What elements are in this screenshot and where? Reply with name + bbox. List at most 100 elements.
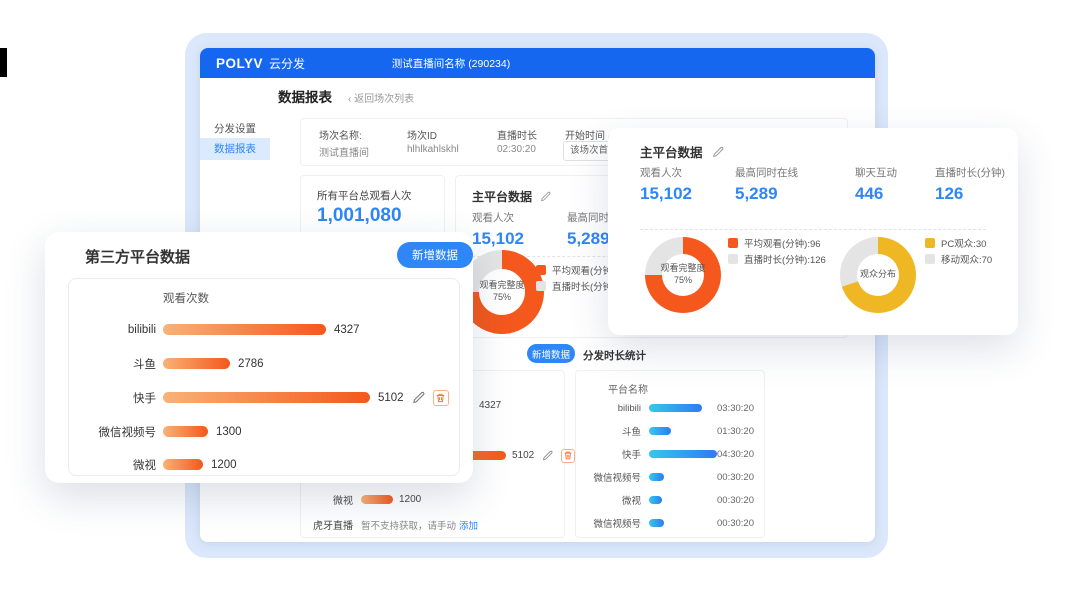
huya-add-link[interactable]: 添加 — [459, 518, 478, 532]
bar-row: 快手 5102 — [69, 390, 449, 405]
delete-icon[interactable] — [561, 449, 575, 463]
add-data-button[interactable]: 新增数据 — [397, 242, 473, 268]
session-name-label: 场次名称: — [319, 127, 362, 142]
edit-icon[interactable] — [540, 191, 551, 202]
session-name-value: 测试直播间 — [319, 144, 369, 159]
legend-swatch — [728, 254, 738, 264]
duration-row: 快手 04:30:20 — [576, 448, 764, 460]
legend-item: PC观众:30 — [925, 237, 986, 249]
total-views-label: 所有平台总观看人次 — [317, 188, 412, 203]
duration-row: bilibili 03:30:20 — [576, 402, 764, 414]
duration-value: 00:30:20 — [717, 518, 754, 529]
huya-label: 虎牙直播 — [301, 517, 353, 532]
stat-value: 126 — [935, 184, 1005, 204]
stat-label: 观看人次 — [472, 210, 524, 225]
distribution-stats-title: 分发时长统计 — [583, 348, 646, 363]
bar-label: bilibili — [69, 324, 156, 336]
back-arrow-icon: ‹ — [348, 94, 351, 105]
stat-views: 观看人次 15,102 — [472, 210, 524, 249]
bar-value: 1200 — [399, 494, 421, 505]
total-views-value: 1,001,080 — [317, 205, 402, 227]
legend-item: 移动观众:70 — [925, 253, 992, 265]
bar-label: 微视 — [69, 457, 156, 473]
bar-value: 4327 — [479, 400, 501, 411]
stat-value: 15,102 — [472, 229, 524, 249]
add-data-button[interactable]: 新增数据 — [527, 344, 575, 363]
app-logo: POLYV 云分发 — [216, 48, 305, 78]
bar — [163, 324, 326, 335]
bar-label: 微信视频号 — [69, 424, 156, 440]
legend-label: PC观众:30 — [941, 236, 986, 250]
third-party-overlay-title: 第三方平台数据 — [85, 246, 190, 267]
bar-value: 2786 — [238, 358, 264, 370]
back-label: 返回场次列表 — [354, 94, 414, 105]
bar-value: 1200 — [211, 459, 237, 471]
distribution-panel: 平台名称 bilibili 03:30:20 斗鱼 01:30:20 快手 04… — [575, 370, 765, 538]
third-party-chart-panel: 观看次数 bilibili 4327 斗鱼 2786 快手 5102 — [68, 278, 460, 476]
main-platform-title-text: 主平台数据 — [640, 146, 703, 160]
back-to-session-list-link[interactable]: ‹ 返回场次列表 — [348, 90, 414, 105]
delete-icon[interactable] — [433, 390, 449, 406]
duration-bar — [649, 427, 671, 435]
donut-label-line1: 观看完整度 — [479, 280, 524, 292]
stat-peak-online: 最高同时在线 5,289 — [735, 165, 798, 204]
bar — [361, 495, 393, 504]
donut-center-label: 观看完整度 75% — [645, 237, 721, 313]
views-count-header: 观看次数 — [163, 290, 209, 306]
bar — [163, 426, 208, 437]
legend-item: 平均观看(分钟):96 — [728, 237, 821, 249]
legend-label: 平均观看(分钟):96 — [744, 236, 821, 250]
bar-label: 斗鱼 — [69, 356, 156, 372]
divider — [640, 229, 986, 230]
bar-value: 5102 — [512, 450, 534, 461]
duration-row: 微信视频号 00:30:20 — [576, 471, 764, 483]
session-id-label: 场次ID — [407, 127, 437, 142]
total-views-card: 所有平台总观看人次 1,001,080 — [300, 175, 445, 239]
bar-row: 斗鱼 2786 — [69, 356, 264, 371]
bar-row: 微视 1200 — [69, 457, 237, 472]
platform-label: 微视 — [576, 493, 641, 507]
app-header: POLYV 云分发 测试直播间名称 (290234) — [200, 48, 875, 78]
stat-value: 15,102 — [640, 184, 692, 204]
screenshot-canvas: POLYV 云分发 测试直播间名称 (290234) 分发设置 数据报表 数据报… — [0, 0, 1080, 599]
duration-bar — [649, 496, 662, 504]
sidebar-item-data-report[interactable]: 数据报表 — [200, 138, 270, 160]
legend-label: 直播时长(分钟):126 — [744, 252, 826, 266]
stat-label: 观看人次 — [640, 165, 692, 180]
completion-donut-chart: 观看完整度 75% — [645, 237, 721, 313]
stat-label: 直播时长(分钟) — [935, 165, 1005, 180]
duration-value: 01:30:20 — [717, 426, 754, 437]
duration-bar — [649, 519, 664, 527]
bar-row: 微信视频号 1300 — [69, 424, 242, 439]
edit-icon[interactable] — [412, 391, 425, 404]
duration-bar — [649, 450, 717, 458]
duration-value: 00:30:20 — [717, 472, 754, 483]
duration-value: 04:30:20 — [717, 449, 754, 460]
bar — [163, 459, 203, 470]
bar — [163, 358, 230, 369]
main-platform-overlay-title: 主平台数据 — [640, 142, 724, 161]
sidebar-item-distribution-settings[interactable]: 分发设置 — [200, 118, 270, 140]
session-id-value: hlhlkahlskhl — [407, 144, 459, 155]
screen-edge-artifact — [0, 48, 7, 77]
legend-swatch — [925, 254, 935, 264]
donut-label-line2: 75% — [674, 275, 692, 287]
legend-item: 直播时长(分钟):126 — [728, 253, 826, 265]
edit-icon[interactable] — [542, 450, 553, 461]
room-title: 测试直播间名称 (290234) — [392, 48, 510, 78]
legend-label: 移动观众:70 — [941, 252, 992, 266]
bar-label: 微视 — [301, 492, 353, 507]
donut-label-line2: 75% — [493, 292, 511, 304]
huya-row: 虎牙直播 暂不支持获取，请手动 添加 — [301, 518, 478, 531]
duration-row: 微信视频号 00:30:20 — [576, 517, 764, 529]
third-party-data-overlay: 第三方平台数据 新增数据 观看次数 bilibili 4327 斗鱼 2786 … — [45, 232, 473, 483]
huya-note: 暂不支持获取，请手动 — [361, 518, 456, 532]
stat-label: 最高同时在线 — [735, 165, 798, 180]
bar-row: 微视 1200 — [301, 493, 421, 506]
page-title: 数据报表 — [278, 86, 332, 106]
duration-bar — [649, 404, 702, 412]
duration-row: 微视 00:30:20 — [576, 494, 764, 506]
platform-label: 微信视频号 — [576, 470, 641, 484]
logo-suffix: 云分发 — [269, 55, 305, 72]
edit-icon[interactable] — [712, 146, 724, 158]
